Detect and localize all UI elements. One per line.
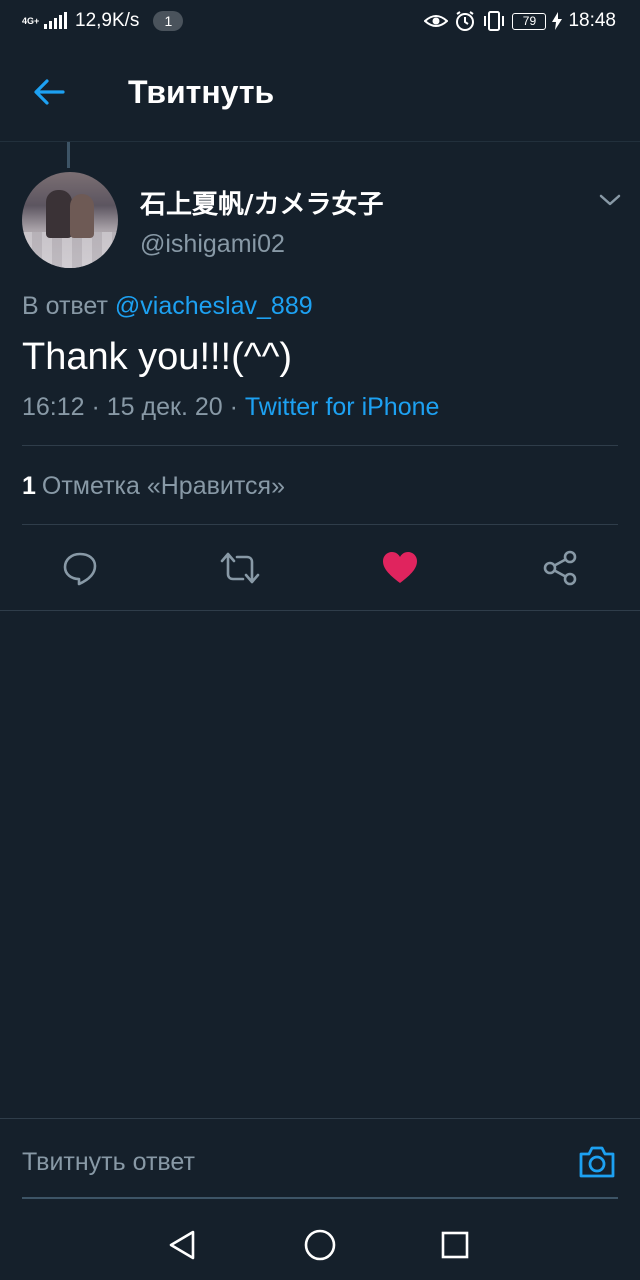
- author-display-name[interactable]: 石上夏帆/カメラ女子: [140, 184, 384, 221]
- thread-connector-line: [67, 142, 70, 168]
- reply-prefix: В ответ: [22, 292, 108, 320]
- composer-divider: [0, 1118, 640, 1119]
- divider: [0, 610, 640, 611]
- tweet-source-link[interactable]: Twitter for iPhone: [245, 393, 440, 421]
- share-icon: [543, 550, 577, 586]
- avatar[interactable]: [22, 172, 118, 268]
- like-count: 1: [22, 472, 36, 500]
- camera-button[interactable]: [578, 1144, 618, 1184]
- vibrate-icon: [482, 10, 506, 32]
- tweet-options-button[interactable]: [598, 190, 622, 210]
- nav-back-button[interactable]: [164, 1227, 200, 1263]
- notification-count-badge: 1: [153, 11, 184, 31]
- battery-level: 79: [512, 12, 547, 30]
- back-button[interactable]: [32, 77, 66, 107]
- reply-button[interactable]: [60, 548, 100, 588]
- signal-strength-icon: [44, 12, 67, 29]
- heart-icon: [383, 552, 417, 583]
- status-bar: 4G+ 12,9K/s 1 79 18:48: [0, 0, 640, 42]
- eye-comfort-icon: [424, 13, 449, 29]
- alarm-icon: [454, 10, 476, 32]
- retweet-button[interactable]: [220, 548, 260, 588]
- nav-recents-button[interactable]: [437, 1227, 473, 1263]
- reply-icon: [63, 552, 97, 586]
- network-type: 4G+: [22, 15, 40, 26]
- share-button[interactable]: [540, 548, 580, 588]
- tweet-meta: 16:12 · 15 дек. 20 · Twitter for iPhone: [22, 393, 439, 422]
- system-navigation-bar: [0, 1210, 640, 1280]
- tweet-timestamp: 16:12 · 15 дек. 20 ·: [22, 393, 245, 421]
- arrow-left-icon: [34, 79, 65, 105]
- clock: 18:48: [568, 10, 616, 31]
- app-bar: Твитнуть: [0, 42, 640, 142]
- like-button[interactable]: [380, 548, 420, 588]
- tweet-actions: [0, 526, 640, 610]
- triangle-back-icon: [169, 1230, 195, 1260]
- tweet-text: Thank you!!!(^^): [22, 336, 293, 378]
- page-title: Твитнуть: [128, 74, 275, 110]
- author-handle[interactable]: @ishigami02: [140, 230, 285, 259]
- nav-home-button[interactable]: [302, 1227, 338, 1263]
- like-label: Отметка «Нравится»: [41, 472, 285, 500]
- reply-input-underline: [22, 1197, 618, 1199]
- network-speed: 12,9K/s: [75, 10, 140, 31]
- circle-home-icon: [304, 1229, 336, 1261]
- chevron-down-icon: [599, 194, 621, 206]
- reply-context: В ответ @viacheslav_889: [22, 292, 313, 321]
- camera-icon: [579, 1146, 615, 1178]
- divider: [22, 445, 618, 446]
- square-recents-icon: [441, 1231, 469, 1259]
- reply-mention-link[interactable]: @viacheslav_889: [115, 292, 313, 320]
- reply-input[interactable]: Твитнуть ответ: [22, 1148, 562, 1184]
- charging-icon: [552, 12, 563, 30]
- likes-summary[interactable]: 1 Отметка «Нравится»: [22, 472, 285, 501]
- retweet-icon: [220, 552, 260, 584]
- divider: [22, 524, 618, 525]
